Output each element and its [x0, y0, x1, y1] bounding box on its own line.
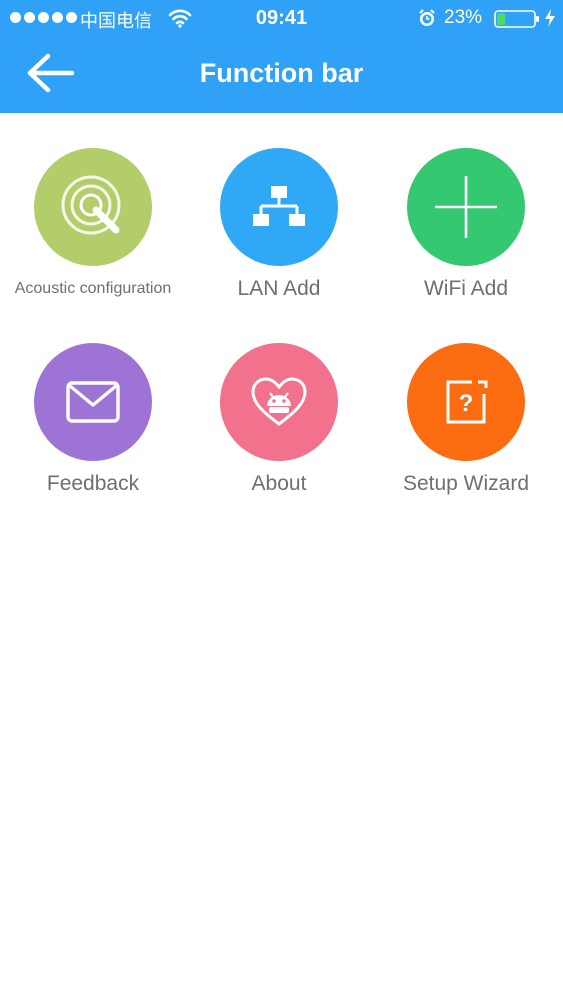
- acoustic-configuration-label: Acoustic configuration: [14, 280, 172, 297]
- envelope-icon: [66, 381, 120, 423]
- lan-add-circle: [220, 148, 338, 266]
- status-bar: 中国电信 09:41 23%: [0, 0, 563, 38]
- app-header: 中国电信 09:41 23% Function bar: [0, 0, 563, 113]
- setup-wizard-button[interactable]: ? Setup Wizard: [373, 343, 559, 533]
- alarm-icon: [419, 9, 435, 26]
- about-button[interactable]: About: [186, 343, 372, 533]
- lan-add-label: LAN Add: [237, 277, 321, 300]
- wifi-add-circle: [407, 148, 525, 266]
- battery-icon: [494, 10, 539, 28]
- svg-text:?: ?: [459, 390, 474, 417]
- wifi-add-button[interactable]: WiFi Add: [373, 148, 559, 338]
- page-title: Function bar: [199, 58, 364, 88]
- help-question-icon: ?: [446, 380, 488, 424]
- feedback-circle: [34, 343, 152, 461]
- acoustic-configuration-circle: [34, 148, 152, 266]
- battery-percent: 23%: [444, 7, 483, 28]
- lan-add-button[interactable]: LAN Add: [186, 148, 372, 338]
- plus-icon: [435, 176, 497, 238]
- heart-android-icon: [251, 377, 307, 426]
- sound-wave-icon: [61, 175, 121, 235]
- about-label: About: [251, 472, 307, 495]
- about-circle: [220, 343, 338, 461]
- charging-bolt-icon: [545, 9, 555, 27]
- setup-wizard-label: Setup Wizard: [402, 472, 530, 495]
- feedback-button[interactable]: Feedback: [0, 343, 186, 533]
- setup-wizard-circle: ?: [407, 343, 525, 461]
- feedback-label: Feedback: [46, 472, 140, 495]
- acoustic-configuration-button[interactable]: Acoustic configuration: [0, 148, 186, 338]
- wifi-add-label: WiFi Add: [423, 277, 509, 300]
- network-topology-icon: [253, 186, 305, 226]
